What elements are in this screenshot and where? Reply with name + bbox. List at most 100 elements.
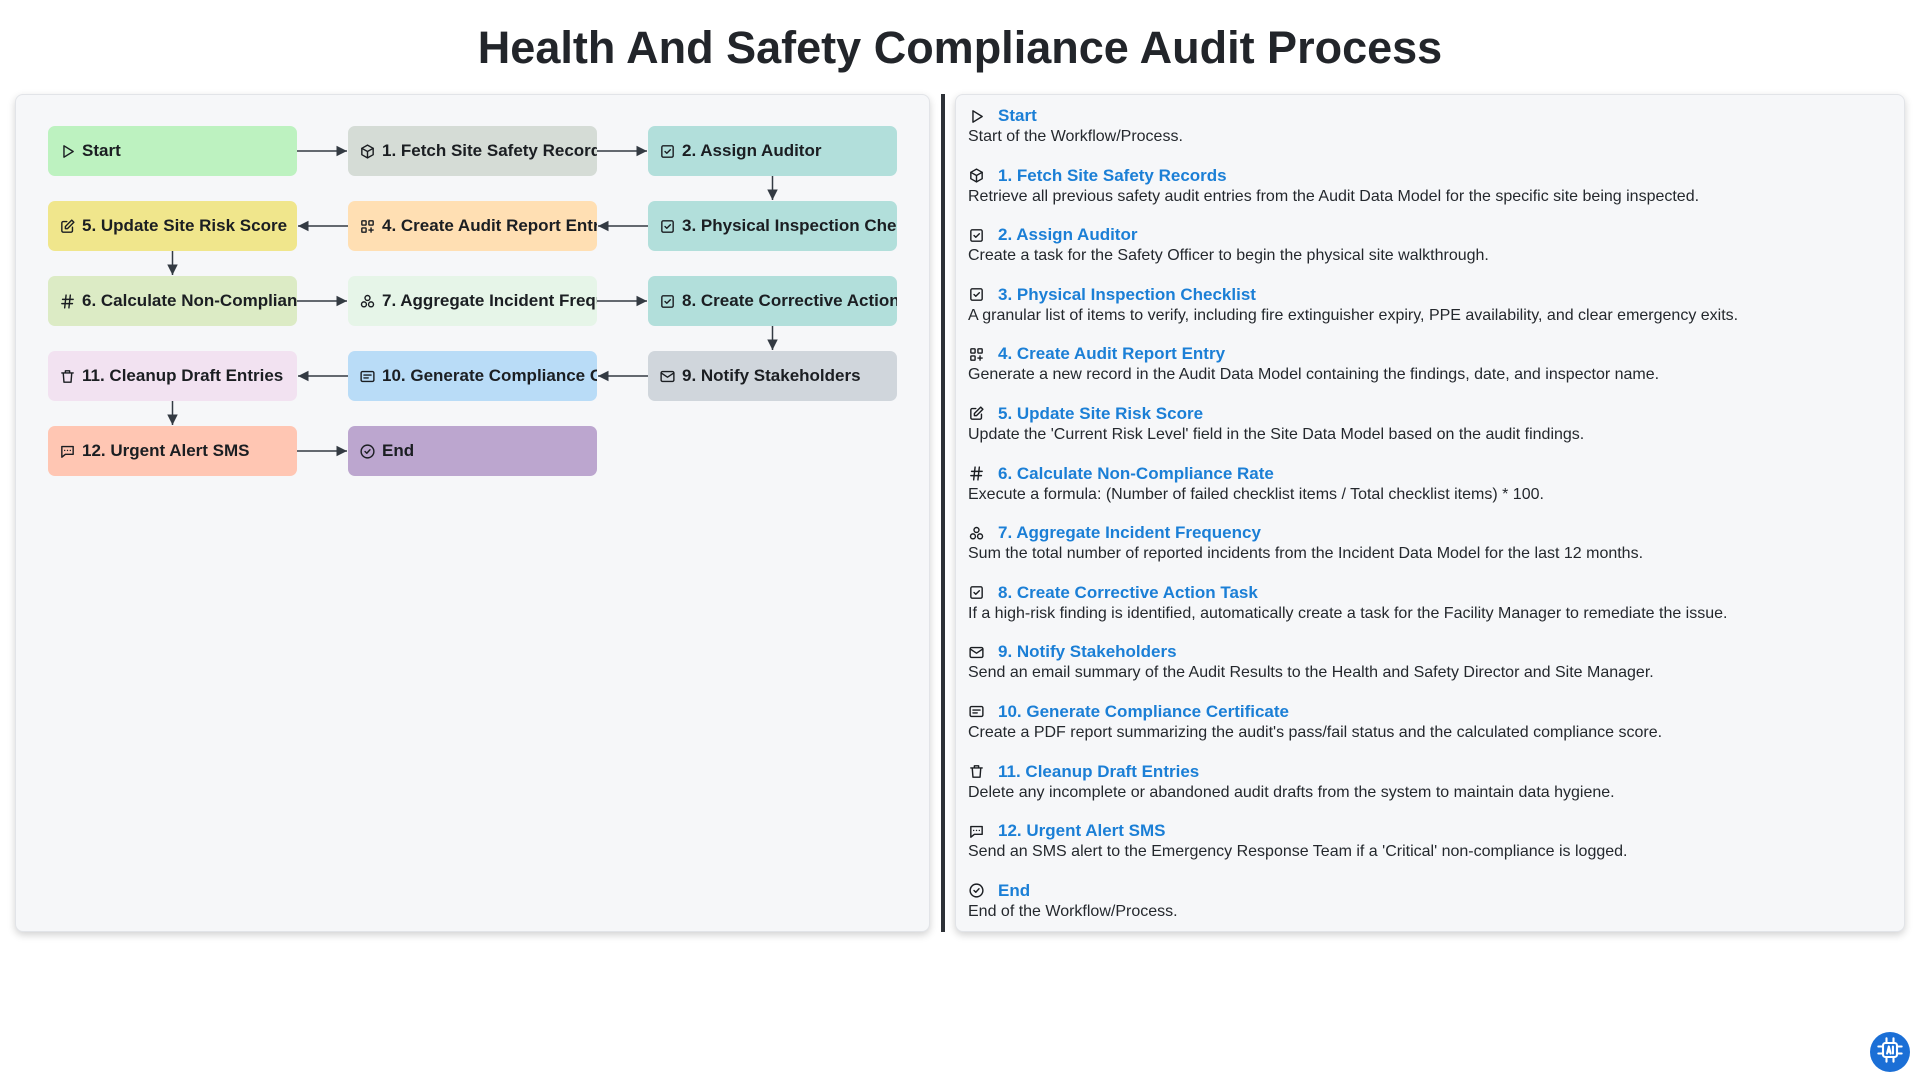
step-description-text: Create a PDF report summarizing the audi… xyxy=(968,723,1663,741)
step-description-header: 1. Fetch Site Safety Records xyxy=(968,165,1898,187)
step-title-link[interactable]: 5. Update Site Risk Score xyxy=(998,404,1203,424)
workflow-node-label: 10. Generate Compliance Certificate xyxy=(382,366,597,385)
checkbox-icon xyxy=(968,286,985,303)
step-description-item: 7. Aggregate Incident Frequency Sum the t… xyxy=(968,522,1898,582)
step-description-item: 10. Generate Compliance Certificate Creat… xyxy=(968,701,1898,761)
step-title-link[interactable]: 12. Urgent Alert SMS xyxy=(998,821,1166,841)
circles-icon xyxy=(968,525,985,542)
checkbox-icon xyxy=(659,143,676,160)
trash-icon xyxy=(968,763,985,780)
step-title-link[interactable]: 11. Cleanup Draft Entries xyxy=(998,762,1199,782)
step-title-link[interactable]: Start xyxy=(998,106,1037,126)
checkbox-icon xyxy=(968,584,985,601)
panel-divider[interactable] xyxy=(941,94,945,932)
workflow-node-n8[interactable]: 8. Create Corrective Action Task xyxy=(648,276,897,326)
step-description-header: 6. Calculate Non-Compliance Rate xyxy=(968,463,1898,485)
workflow-node-label: 7. Aggregate Incident Frequency xyxy=(382,291,597,310)
step-description-item: 8. Create Corrective Action Task If a hig… xyxy=(968,582,1898,642)
step-description-text: Execute a formula: (Number of failed che… xyxy=(968,485,1544,503)
message-icon xyxy=(968,823,985,840)
step-description-header: 7. Aggregate Incident Frequency xyxy=(968,522,1898,544)
workflow-node-n4[interactable]: 4. Create Audit Report Entry xyxy=(348,201,597,251)
workflow-node-n2[interactable]: 2. Assign Auditor xyxy=(648,126,897,176)
step-description-item: 5. Update Site Risk Score Update the 'Cur… xyxy=(968,403,1898,463)
step-description-item: 1. Fetch Site Safety Records Retrieve all… xyxy=(968,165,1898,225)
certificate-icon xyxy=(968,703,985,720)
step-description-text: Start of the Workflow/Process. xyxy=(968,128,1183,145)
hash-icon xyxy=(59,293,76,310)
hash-icon xyxy=(968,465,985,482)
ai-assistant-button[interactable] xyxy=(1870,1032,1910,1072)
description-panel: Start Start of the Workflow/Process. 1. Fe… xyxy=(955,94,1905,932)
workflow-node-label: 8. Create Corrective Action Task xyxy=(682,291,897,310)
circles-icon xyxy=(359,293,376,310)
workflow-node-label: 6. Calculate Non-Compliance Rate xyxy=(82,291,297,310)
step-description-header: 10. Generate Compliance Certificate xyxy=(968,701,1898,723)
workflow-node-n9[interactable]: 9. Notify Stakeholders xyxy=(648,351,897,401)
check-circle-icon xyxy=(359,443,376,460)
step-description-header: 12. Urgent Alert SMS xyxy=(968,820,1898,842)
step-description-item: End End of the Workflow/Process. xyxy=(968,880,1898,940)
step-description-header: 11. Cleanup Draft Entries xyxy=(968,761,1898,783)
edit-icon xyxy=(59,218,76,235)
workflow-node-n12[interactable]: 12. Urgent Alert SMS xyxy=(48,426,297,476)
step-description-item: 6. Calculate Non-Compliance Rate Execute … xyxy=(968,463,1898,523)
step-description-text: Retrieve all previous safety audit entri… xyxy=(968,187,1700,205)
step-description-item: 12. Urgent Alert SMS Send an SMS alert to… xyxy=(968,820,1898,880)
step-description-item: 4. Create Audit Report Entry Generate a n… xyxy=(968,343,1898,403)
step-title-link[interactable]: 9. Notify Stakeholders xyxy=(998,642,1177,662)
checkbox-icon xyxy=(968,227,985,244)
cube-icon xyxy=(968,167,985,184)
workflow-node-label: 11. Cleanup Draft Entries xyxy=(82,366,284,385)
step-description-text: Update the 'Current Risk Level' field in… xyxy=(968,425,1585,443)
workflow-node-n5[interactable]: 5. Update Site Risk Score xyxy=(48,201,297,251)
step-description-list: Start Start of the Workflow/Process. 1. Fe… xyxy=(968,105,1898,939)
workflow-node-n7[interactable]: 7. Aggregate Incident Frequency xyxy=(348,276,597,326)
step-description-header: End xyxy=(968,880,1898,902)
workflow-node-label: 12. Urgent Alert SMS xyxy=(82,441,250,460)
workflow-node-label: 1. Fetch Site Safety Records xyxy=(382,141,597,160)
workflow-node-end[interactable]: End xyxy=(348,426,597,476)
step-title-link[interactable]: 3. Physical Inspection Checklist xyxy=(998,285,1256,305)
diagram-panel: Start 1. Fetch Site Safety Records 2. Assi… xyxy=(15,94,930,932)
edit-icon xyxy=(968,405,985,422)
step-title-link[interactable]: 6. Calculate Non-Compliance Rate xyxy=(998,464,1274,484)
step-description-text: Delete any incomplete or abandoned audit… xyxy=(968,783,1615,801)
play-icon xyxy=(968,108,985,125)
step-title-link[interactable]: End xyxy=(998,881,1030,901)
trash-icon xyxy=(59,368,76,385)
certificate-icon xyxy=(359,368,376,385)
step-title-link[interactable]: 10. Generate Compliance Certificate xyxy=(998,702,1289,722)
step-title-link[interactable]: 2. Assign Auditor xyxy=(998,225,1137,245)
step-description-item: 3. Physical Inspection Checklist A granul… xyxy=(968,284,1898,344)
step-description-item: 9. Notify Stakeholders Send an email summ… xyxy=(968,641,1898,701)
workflow-node-n1[interactable]: 1. Fetch Site Safety Records xyxy=(348,126,597,176)
workflow-canvas: Start 1. Fetch Site Safety Records 2. Assi… xyxy=(16,95,931,933)
checkbox-icon xyxy=(659,218,676,235)
step-description-header: 4. Create Audit Report Entry xyxy=(968,343,1898,365)
workflow-node-n10[interactable]: 10. Generate Compliance Certificate xyxy=(348,351,597,401)
workflow-node-n3[interactable]: 3. Physical Inspection Checklist xyxy=(648,201,897,251)
step-title-link[interactable]: 8. Create Corrective Action Task xyxy=(998,583,1258,603)
step-description-text: Send an email summary of the Audit Resul… xyxy=(968,664,1654,682)
step-description-header: 2. Assign Auditor xyxy=(968,224,1898,246)
workflow-node-label: Start xyxy=(82,141,121,160)
workflow-node-n11[interactable]: 11. Cleanup Draft Entries xyxy=(48,351,297,401)
step-description-text: End of the Workflow/Process. xyxy=(968,902,1178,920)
workflow-node-n6[interactable]: 6. Calculate Non-Compliance Rate xyxy=(48,276,297,326)
check-circle-icon xyxy=(968,882,985,899)
step-description-item: 2. Assign Auditor Create a task for the S… xyxy=(968,224,1898,284)
step-title-link[interactable]: 1. Fetch Site Safety Records xyxy=(998,166,1227,186)
checkbox-icon xyxy=(659,293,676,310)
grid-plus-icon xyxy=(359,218,376,235)
step-title-link[interactable]: 4. Create Audit Report Entry xyxy=(998,344,1225,364)
step-title-link[interactable]: 7. Aggregate Incident Frequency xyxy=(998,523,1261,543)
workflow-node-label: 9. Notify Stakeholders xyxy=(682,366,861,385)
workflow-node-label: 3. Physical Inspection Checklist xyxy=(682,216,897,235)
step-description-header: 8. Create Corrective Action Task xyxy=(968,582,1898,604)
workflow-node-label: End xyxy=(382,441,415,460)
ai-chip-icon xyxy=(1876,1036,1904,1069)
workflow-node-label: 5. Update Site Risk Score xyxy=(82,216,288,235)
mail-icon xyxy=(968,644,985,661)
workflow-node-start[interactable]: Start xyxy=(48,126,297,176)
